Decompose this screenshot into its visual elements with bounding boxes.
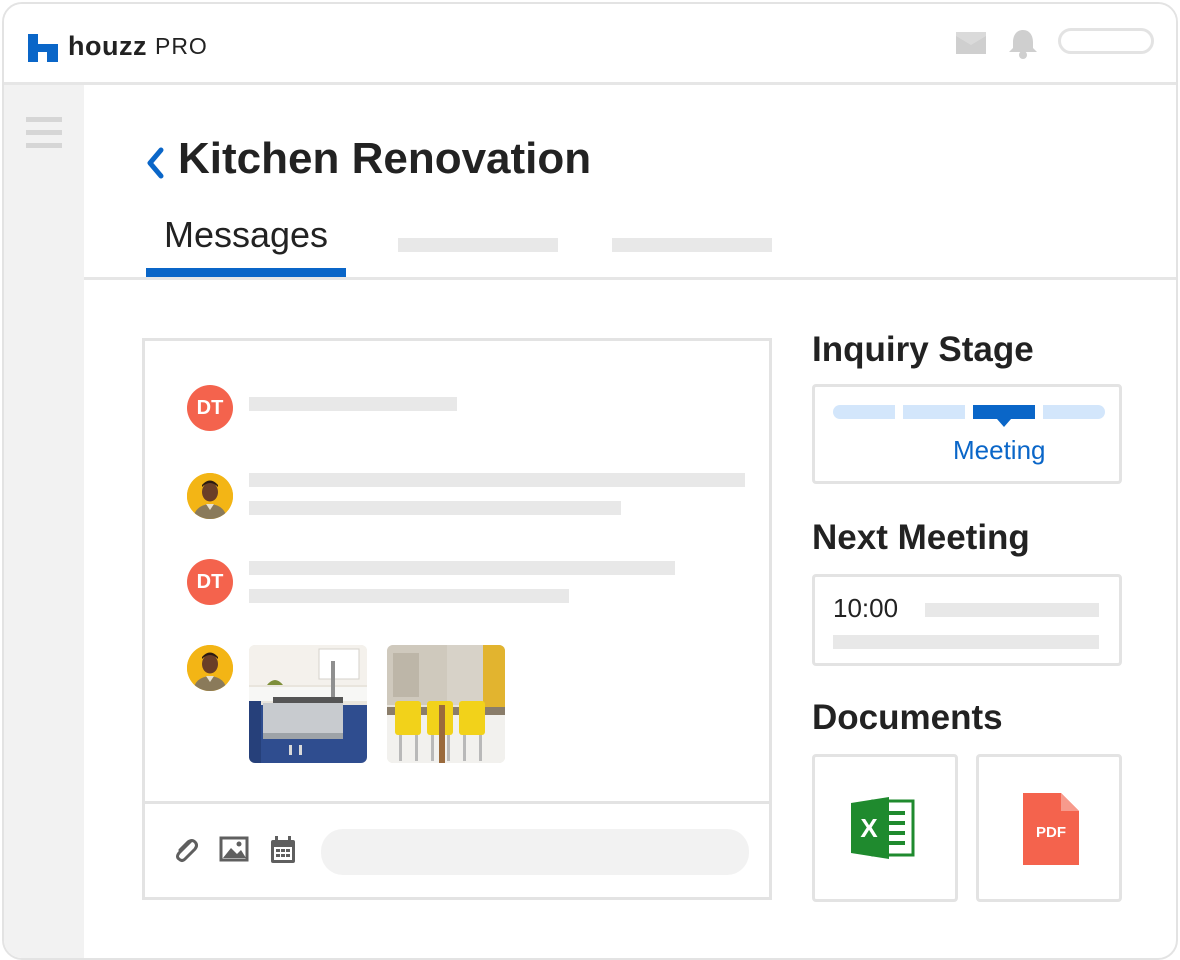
pdf-label: PDF xyxy=(1036,824,1066,841)
inquiry-stage-title: Inquiry Stage xyxy=(812,330,1034,369)
dining-chairs-photo[interactable] xyxy=(387,645,505,763)
meeting-detail-line xyxy=(833,635,1099,649)
avatar[interactable]: DT xyxy=(187,559,233,605)
excel-letter: X xyxy=(860,813,878,843)
message-line xyxy=(249,473,745,487)
active-tab-indicator xyxy=(146,268,346,277)
tab-placeholder[interactable] xyxy=(612,238,772,252)
houzz-logo-icon xyxy=(28,34,58,62)
message-line xyxy=(249,397,457,411)
avatar[interactable]: DT xyxy=(187,385,233,431)
message-line xyxy=(249,561,675,575)
person-photo-icon xyxy=(187,645,233,691)
calendar-icon[interactable] xyxy=(269,835,297,865)
person-photo-icon xyxy=(187,473,233,519)
stage-segment-active[interactable] xyxy=(973,405,1035,419)
stage-segment[interactable] xyxy=(1043,405,1105,419)
menu-icon[interactable] xyxy=(26,117,62,149)
avatar[interactable] xyxy=(187,473,233,519)
tab-divider xyxy=(84,277,1176,280)
next-meeting-title: Next Meeting xyxy=(812,518,1030,557)
message-input[interactable] xyxy=(321,829,749,875)
current-stage-label: Meeting xyxy=(953,435,1046,465)
pdf-document[interactable]: PDF xyxy=(976,754,1122,902)
composer-divider xyxy=(145,801,769,804)
inquiry-stage-card[interactable]: Meeting xyxy=(812,384,1122,484)
page-title: Kitchen Renovation xyxy=(178,134,592,183)
top-bar: houzz PRO xyxy=(4,4,1176,85)
excel-file-icon: X xyxy=(851,797,915,859)
next-meeting-card[interactable]: 10:00 xyxy=(812,574,1122,666)
sidebar xyxy=(4,85,84,958)
tab-placeholder[interactable] xyxy=(398,238,558,252)
tab-messages[interactable]: Messages xyxy=(146,214,346,256)
message-line xyxy=(249,589,569,603)
chevron-left-icon[interactable] xyxy=(144,146,166,180)
excel-document[interactable]: X xyxy=(812,754,958,902)
avatar[interactable] xyxy=(187,645,233,691)
app-window: houzz PRO Kitchen Renovation Messages DT… xyxy=(2,2,1178,960)
houzz-pro-logo[interactable]: houzz PRO xyxy=(28,28,208,64)
kitchen-sink-photo[interactable] xyxy=(249,645,367,763)
logo-sub: PRO xyxy=(154,32,208,59)
paperclip-icon[interactable] xyxy=(171,835,201,865)
stage-segment[interactable] xyxy=(833,405,895,419)
mail-icon[interactable] xyxy=(954,28,988,58)
meeting-detail-line xyxy=(925,603,1099,617)
stage-pointer xyxy=(997,419,1011,427)
image-icon[interactable] xyxy=(219,835,249,863)
message-line xyxy=(249,501,621,515)
stage-segment[interactable] xyxy=(903,405,965,419)
bell-icon[interactable] xyxy=(1006,28,1040,60)
profile-pill[interactable] xyxy=(1058,28,1154,54)
messages-panel: DT DT xyxy=(142,338,772,900)
logo-word: houzz xyxy=(68,30,147,61)
meeting-time: 10:00 xyxy=(833,593,899,623)
documents-title: Documents xyxy=(812,698,1003,737)
pdf-file-icon: PDF xyxy=(1023,793,1079,865)
